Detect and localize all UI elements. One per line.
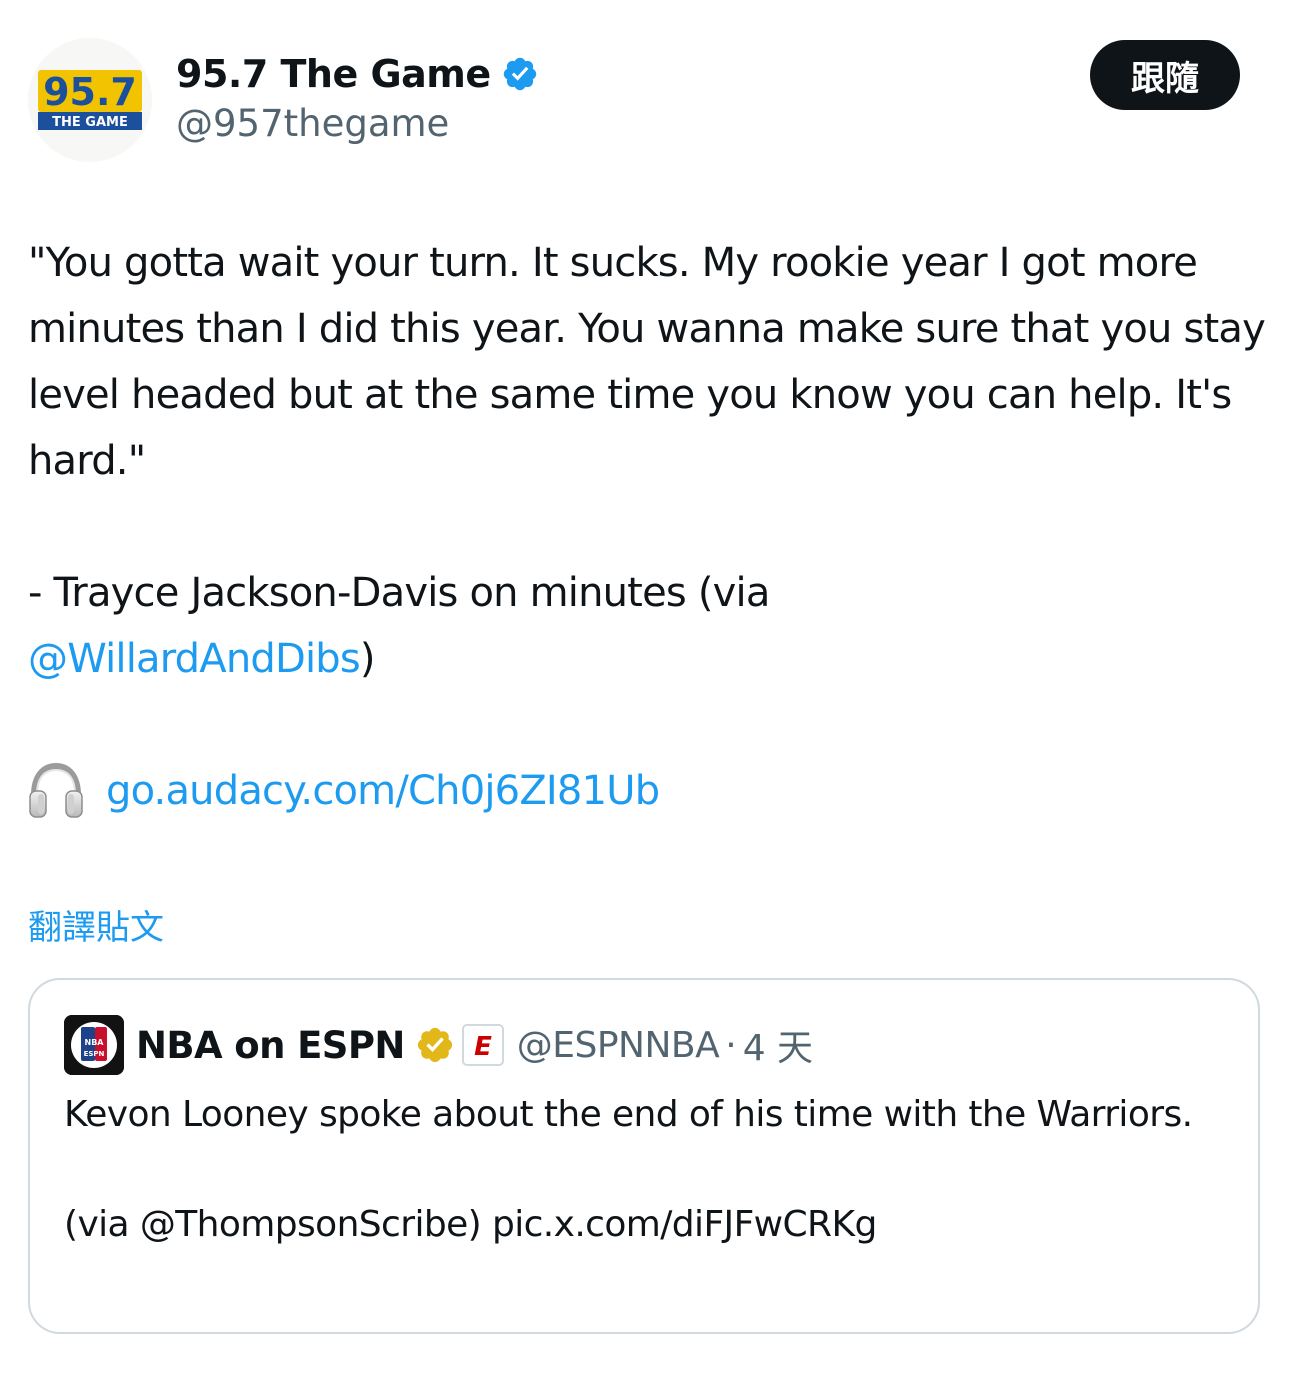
quoted-avatar-bottom-text: ESPN [84, 1050, 105, 1058]
display-name[interactable]: 95.7 The Game [176, 52, 491, 96]
nba-espn-logo-icon: NBA ESPN [64, 1015, 124, 1075]
quoted-avatar[interactable]: NBA ESPN [64, 1015, 124, 1075]
tweet-quote: "You gotta wait your turn. It sucks. My … [28, 240, 1266, 484]
display-name-row: 95.7 The Game [176, 48, 539, 100]
audacy-link[interactable]: go.audacy.com/Ch0j6ZI81Ub [106, 758, 660, 824]
mention-link[interactable]: @WillardAndDibs [28, 636, 361, 682]
avatar[interactable]: 95.7 THE GAME [28, 38, 152, 162]
gold-verified-check-icon[interactable] [415, 1025, 455, 1065]
author-block: 95.7 The Game @957thegame [176, 48, 539, 145]
station-logo-icon: 95.7 THE GAME [28, 38, 152, 162]
blue-verified-check-icon[interactable] [501, 55, 539, 93]
attribution-text: - Trayce Jackson-Davis on minutes (via [28, 570, 770, 616]
separator-dot: · [725, 1024, 737, 1066]
quoted-timestamp[interactable]: 4 天 [743, 1019, 813, 1071]
quoted-text-line1: Kevon Looney spoke about the end of his … [64, 1094, 1193, 1135]
translate-post-link[interactable]: 翻譯貼文 [28, 900, 164, 949]
quoted-text-line2: (via @ThompsonScribe) pic.x.com/diFJFwCR… [64, 1204, 877, 1245]
follow-button[interactable]: 跟隨 [1090, 40, 1240, 110]
attribution-close: ) [359, 636, 376, 682]
quoted-handle[interactable]: @ESPNNBA [517, 1025, 720, 1066]
avatar-text-bottom: THE GAME [52, 115, 128, 130]
tweet-attribution: - Trayce Jackson-Davis on minutes (via @W… [28, 560, 1268, 692]
avatar-text-top: 95.7 [43, 70, 137, 114]
espn-affiliate-badge-icon[interactable]: E [461, 1023, 505, 1067]
author-handle[interactable]: @957thegame [176, 102, 539, 145]
quoted-avatar-top-text: NBA [85, 1038, 105, 1047]
quoted-display-name[interactable]: NBA on ESPN [136, 1024, 405, 1067]
quoted-tweet-card[interactable]: NBA ESPN NBA on ESPN E @ESPNNBA · 4 天 Ke… [28, 978, 1260, 1334]
quoted-tweet-text: Kevon Looney spoke about the end of his … [64, 1088, 1234, 1252]
tweet-text: "You gotta wait your turn. It sucks. My … [28, 230, 1268, 824]
headphones-icon [28, 761, 84, 821]
espn-badge-letter: E [474, 1032, 492, 1062]
quoted-tweet-header: NBA ESPN NBA on ESPN E @ESPNNBA · 4 天 [64, 1014, 813, 1076]
tweet-header: 95.7 THE GAME 95.7 The Game @957thegame … [28, 38, 1240, 162]
audio-link-row: go.audacy.com/Ch0j6ZI81Ub [28, 758, 1268, 824]
